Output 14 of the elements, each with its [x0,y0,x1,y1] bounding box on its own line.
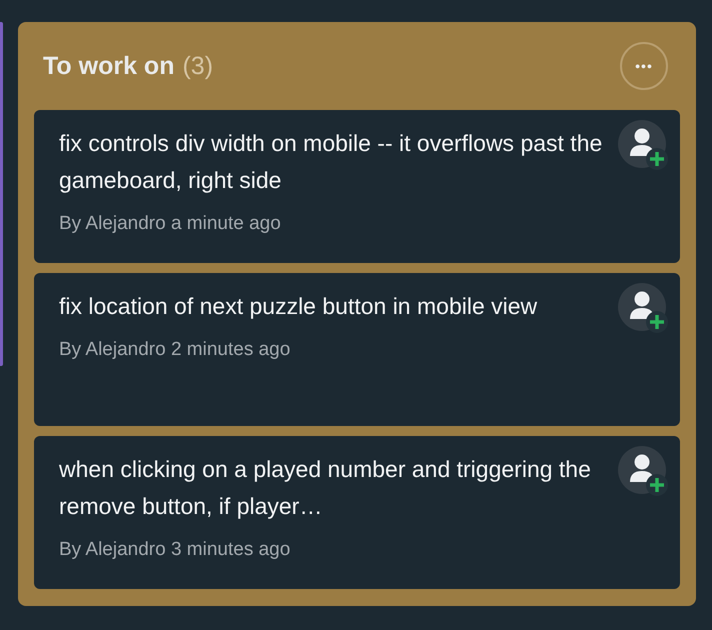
task-card[interactable]: when clicking on a played number and triggering the remove button, if player… By Alejandro 3 minutes ago [34,436,680,589]
card-count: (3) [182,52,214,80]
card-meta: By Alejandro 3 minutes ago [59,539,292,561]
card-meta: By Alejandro a minute ago [59,213,282,235]
card-title: fix controls div width on mobile -- it overflows past the gameboard, right side [59,129,604,195]
column-title: To work on [43,52,174,80]
add-assignee-icon[interactable] [618,283,668,333]
card-meta: By Alejandro 2 minutes ago [59,339,292,361]
card-title: fix location of next puzzle button in mobile view [59,292,538,321]
card-title: when clicking on a played number and triggering the remove button, if player… [59,455,592,521]
task-card[interactable]: fix controls div width on mobile -- it overflows past the gameboard, right side By Alejandro a minute ago [34,110,680,263]
add-assignee-icon[interactable] [618,120,668,170]
task-card[interactable]: fix location of next puzzle button in mobile view By Alejandro 2 minutes ago [34,273,680,426]
add-assignee-icon[interactable] [618,446,668,496]
